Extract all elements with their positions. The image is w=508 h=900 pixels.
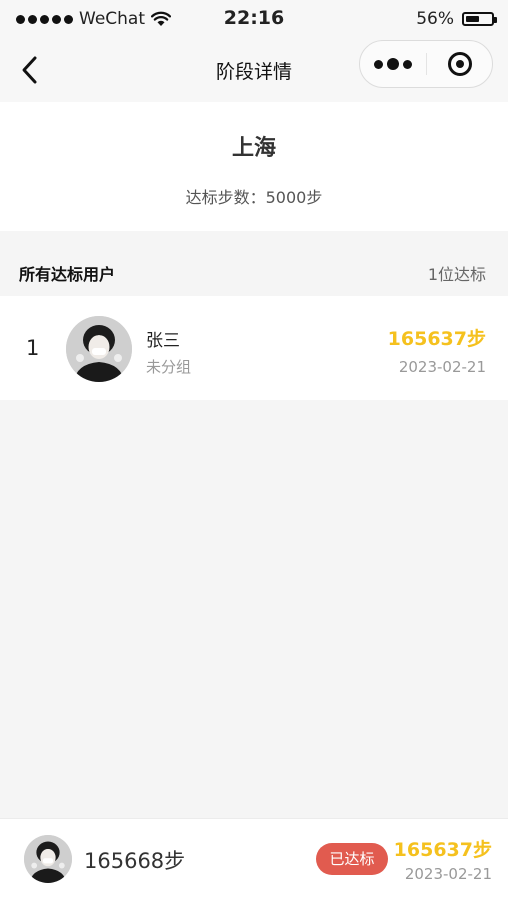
nav-bar: 阶段详情 <box>0 40 508 102</box>
section-header: 所有达标用户 1位达标 <box>0 247 508 295</box>
stage-city: 上海 <box>231 136 276 161</box>
more-button[interactable] <box>360 41 426 87</box>
user-date: 2023-02-21 <box>398 358 486 376</box>
mini-program-capsule <box>359 40 493 88</box>
user-group: 未分组 <box>146 358 192 376</box>
my-qualified-date: 2023-02-21 <box>404 865 492 883</box>
stage-threshold: 达标步数：5000步 <box>185 188 323 207</box>
status-bar: WeChat 22:16 56% <box>0 0 508 40</box>
user-rank: 1 <box>26 336 40 360</box>
user-steps: 165637步 <box>387 328 486 350</box>
avatar <box>24 835 72 883</box>
status-badge: 已达标 <box>316 843 388 875</box>
avatar <box>66 316 132 382</box>
qualified-count: 1位达标 <box>427 265 486 284</box>
battery-fill <box>466 16 479 22</box>
my-qualified-steps: 165637步 <box>393 839 492 861</box>
battery-percent: 56% <box>416 9 454 29</box>
stage-header-card: 上海 达标步数：5000步 <box>0 102 508 231</box>
close-button[interactable] <box>427 41 492 87</box>
my-status-bar: 165668步 已达标 165637步 2023-02-21 <box>0 818 508 900</box>
more-dots-icon <box>374 59 383 69</box>
my-total-steps: 165668步 <box>84 849 186 873</box>
user-name: 张三 <box>146 331 180 351</box>
status-right: 56% <box>416 9 497 29</box>
battery-icon <box>462 12 497 26</box>
list-item[interactable]: 1 张三 未分组 165637步 2023-02-21 <box>0 296 508 400</box>
section-title: 所有达标用户 <box>19 265 116 284</box>
close-circle-icon <box>447 52 472 76</box>
